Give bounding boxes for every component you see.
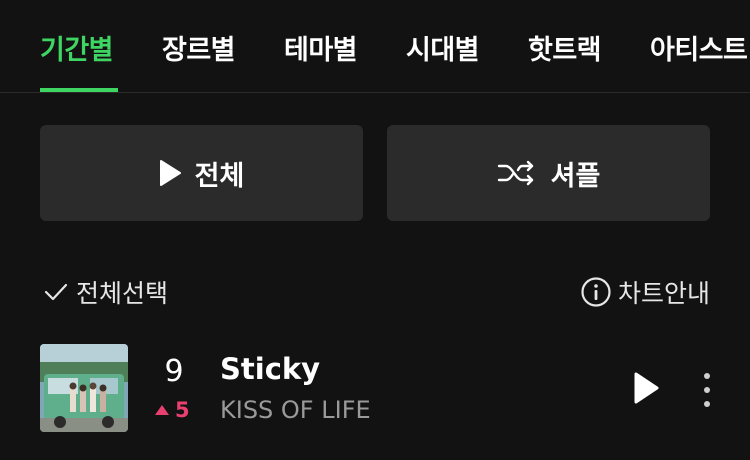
rank-change: 5 [154,398,190,422]
track-row[interactable]: 9 5 Sticky KISS OF LIFE [0,340,750,440]
album-cover[interactable] [40,344,128,432]
play-all-label: 전체 [194,160,245,192]
tab-hot-track[interactable]: 핫트랙 [528,28,602,67]
chart-info-button[interactable]: 차트안내 [580,274,710,310]
play-icon[interactable] [632,372,660,404]
rank-up-icon [155,405,169,415]
active-tab-indicator [40,88,118,92]
select-all-label: 전체선택 [76,279,169,308]
tab-theme[interactable]: 테마별 [284,28,358,67]
chart-category-tabs: 기간별 장르별 테마별 시대별 핫트랙 아티스트 [0,0,750,93]
more-options-icon[interactable] [700,370,714,410]
chart-info-label: 차트안내 [617,279,710,308]
tab-artist[interactable]: 아티스트 [650,28,748,67]
tab-era[interactable]: 시대별 [406,28,480,67]
shuffle-button[interactable]: 셔플 [387,125,710,221]
rank-change-value: 5 [175,398,190,422]
select-all-button[interactable]: 전체선택 [44,274,168,310]
checkmark-icon [44,283,68,301]
play-all-button[interactable]: 전체 [40,125,363,221]
shuffle-label: 셔플 [550,160,601,192]
shuffle-icon [497,160,533,186]
play-icon [159,160,181,186]
tab-period[interactable]: 기간별 [40,28,114,67]
track-rank: 9 [164,354,184,389]
track-artist[interactable]: KISS OF LIFE [220,396,371,424]
tab-genre[interactable]: 장르별 [162,28,236,67]
track-title[interactable]: Sticky [220,352,320,386]
info-icon [581,277,611,307]
